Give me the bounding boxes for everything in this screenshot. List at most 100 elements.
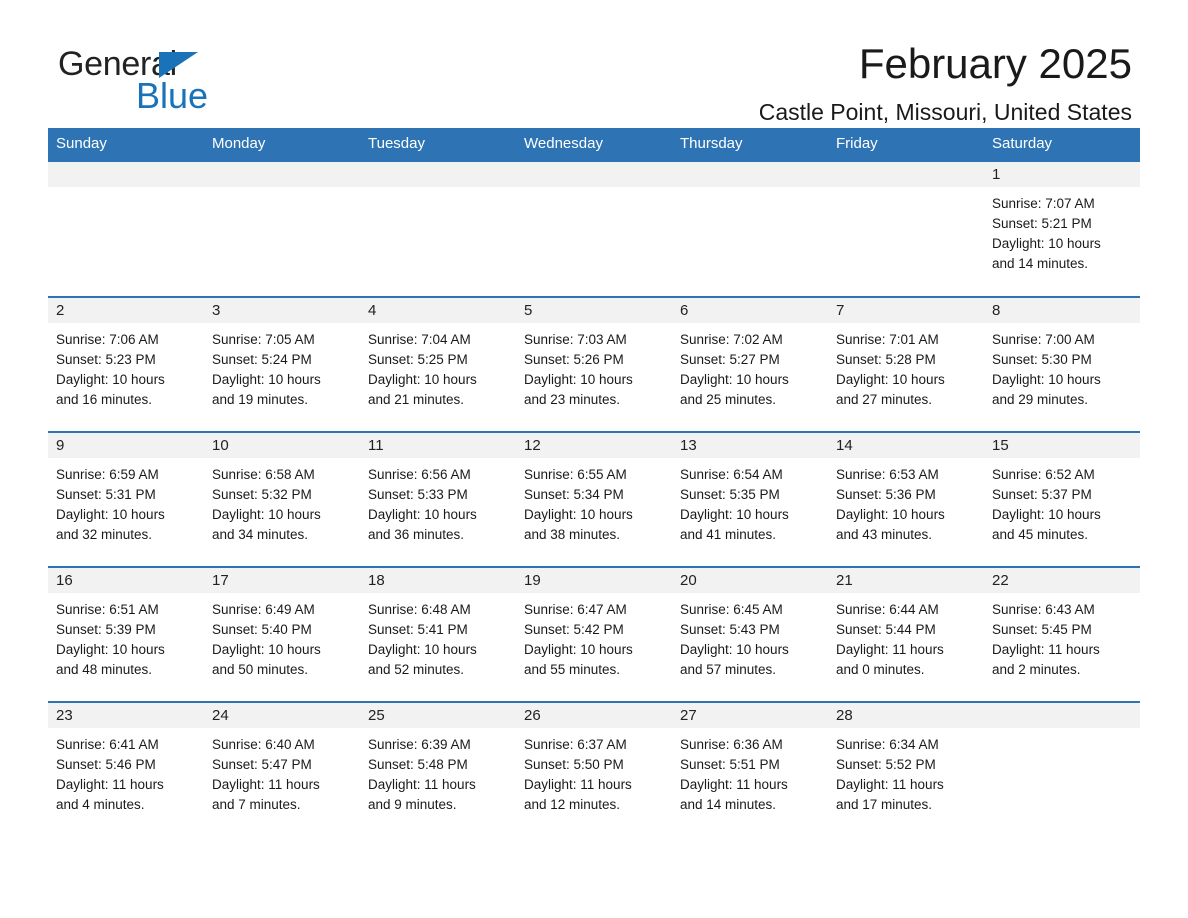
calendar-day-cell[interactable]: 19 Sunrise: 6:47 AM Sunset: 5:42 PM Dayligh… xyxy=(516,566,672,702)
weekday-header-sunday: Sunday xyxy=(48,128,204,161)
daylight-text-line1: Daylight: 10 hours xyxy=(680,372,789,387)
calendar-day-cell[interactable] xyxy=(672,160,828,297)
daylight-text-line1: Daylight: 10 hours xyxy=(368,642,477,657)
day-number xyxy=(984,703,1140,728)
calendar-day-cell[interactable]: 14 Sunrise: 6:53 AM Sunset: 5:36 PM Dayligh… xyxy=(828,431,984,567)
calendar-day-cell[interactable]: 2 Sunrise: 7:06 AM Sunset: 5:23 PM Daylight… xyxy=(48,296,204,432)
day-number: 12 xyxy=(516,433,672,458)
calendar-day-cell[interactable]: 3 Sunrise: 7:05 AM Sunset: 5:24 PM Daylight… xyxy=(204,296,360,432)
daylight-text-line2: and 2 minutes. xyxy=(992,662,1081,677)
day-number: 15 xyxy=(984,433,1140,458)
calendar-day-cell[interactable] xyxy=(48,160,204,297)
daylight-text-line2: and 0 minutes. xyxy=(836,662,925,677)
calendar-page: General Blue February 2025 Castle Point,… xyxy=(0,0,1188,918)
calendar-day-content: 6 Sunrise: 7:02 AM Sunset: 5:27 PM Daylight… xyxy=(672,298,828,431)
calendar-day-content: 13 Sunrise: 6:54 AM Sunset: 5:35 PM Dayligh… xyxy=(672,433,828,566)
sunrise-text: Sunrise: 7:06 AM xyxy=(56,332,159,347)
calendar-day-content: 19 Sunrise: 6:47 AM Sunset: 5:42 PM Dayligh… xyxy=(516,568,672,701)
calendar-day-content: 10 Sunrise: 6:58 AM Sunset: 5:32 PM Dayligh… xyxy=(204,433,360,566)
calendar-day-cell[interactable]: 11 Sunrise: 6:56 AM Sunset: 5:33 PM Dayligh… xyxy=(360,431,516,567)
calendar-day-cell[interactable]: 27 Sunrise: 6:36 AM Sunset: 5:51 PM Dayligh… xyxy=(672,701,828,836)
day-number: 17 xyxy=(204,568,360,593)
daylight-text-line2: and 21 minutes. xyxy=(368,392,465,407)
day-number: 2 xyxy=(48,298,204,323)
day-number: 22 xyxy=(984,568,1140,593)
daylight-text-line2: and 34 minutes. xyxy=(212,527,309,542)
calendar-day-content: 25 Sunrise: 6:39 AM Sunset: 5:48 PM Dayligh… xyxy=(360,703,516,836)
sunrise-text: Sunrise: 6:36 AM xyxy=(680,737,783,752)
calendar-day-cell[interactable]: 20 Sunrise: 6:45 AM Sunset: 5:43 PM Dayligh… xyxy=(672,566,828,702)
calendar-day-cell[interactable]: 17 Sunrise: 6:49 AM Sunset: 5:40 PM Dayligh… xyxy=(204,566,360,702)
sunset-text: Sunset: 5:33 PM xyxy=(368,487,468,502)
calendar-day-cell[interactable]: 5 Sunrise: 7:03 AM Sunset: 5:26 PM Daylight… xyxy=(516,296,672,432)
calendar-day-content: 4 Sunrise: 7:04 AM Sunset: 5:25 PM Daylight… xyxy=(360,298,516,431)
calendar-day-cell[interactable] xyxy=(984,701,1140,836)
calendar-day-cell[interactable]: 26 Sunrise: 6:37 AM Sunset: 5:50 PM Dayligh… xyxy=(516,701,672,836)
day-sun-info: Sunrise: 6:41 AM Sunset: 5:46 PM Daylight:… xyxy=(48,728,204,815)
calendar-day-content: 27 Sunrise: 6:36 AM Sunset: 5:51 PM Dayligh… xyxy=(672,703,828,836)
day-sun-info: Sunrise: 6:45 AM Sunset: 5:43 PM Daylight:… xyxy=(672,593,828,680)
calendar-day-cell[interactable]: 28 Sunrise: 6:34 AM Sunset: 5:52 PM Dayligh… xyxy=(828,701,984,836)
sunrise-text: Sunrise: 6:40 AM xyxy=(212,737,315,752)
calendar-day-cell[interactable]: 1 Sunrise: 7:07 AM Sunset: 5:21 PM Daylight… xyxy=(984,160,1140,297)
daylight-text-line1: Daylight: 11 hours xyxy=(56,777,164,792)
calendar-day-cell[interactable] xyxy=(204,160,360,297)
day-number xyxy=(48,162,204,187)
calendar-day-cell[interactable]: 22 Sunrise: 6:43 AM Sunset: 5:45 PM Dayligh… xyxy=(984,566,1140,702)
day-sun-info: Sunrise: 7:07 AM Sunset: 5:21 PM Daylight:… xyxy=(984,187,1140,274)
sunset-text: Sunset: 5:40 PM xyxy=(212,622,312,637)
daylight-text-line1: Daylight: 10 hours xyxy=(368,372,477,387)
calendar-day-cell[interactable]: 12 Sunrise: 6:55 AM Sunset: 5:34 PM Dayligh… xyxy=(516,431,672,567)
daylight-text-line1: Daylight: 11 hours xyxy=(368,777,476,792)
day-sun-info: Sunrise: 7:03 AM Sunset: 5:26 PM Daylight:… xyxy=(516,323,672,410)
calendar-day-cell[interactable]: 6 Sunrise: 7:02 AM Sunset: 5:27 PM Daylight… xyxy=(672,296,828,432)
calendar-day-content: 3 Sunrise: 7:05 AM Sunset: 5:24 PM Daylight… xyxy=(204,298,360,431)
daylight-text-line2: and 36 minutes. xyxy=(368,527,465,542)
daylight-text-line1: Daylight: 10 hours xyxy=(836,372,945,387)
calendar-day-content: 5 Sunrise: 7:03 AM Sunset: 5:26 PM Daylight… xyxy=(516,298,672,431)
sunset-text: Sunset: 5:23 PM xyxy=(56,352,156,367)
calendar-day-cell[interactable]: 23 Sunrise: 6:41 AM Sunset: 5:46 PM Dayligh… xyxy=(48,701,204,836)
day-number: 27 xyxy=(672,703,828,728)
day-number: 1 xyxy=(984,162,1140,187)
daylight-text-line1: Daylight: 10 hours xyxy=(212,507,321,522)
sunrise-text: Sunrise: 6:39 AM xyxy=(368,737,471,752)
day-number: 7 xyxy=(828,298,984,323)
day-number: 4 xyxy=(360,298,516,323)
day-number: 16 xyxy=(48,568,204,593)
calendar-day-cell[interactable]: 18 Sunrise: 6:48 AM Sunset: 5:41 PM Dayligh… xyxy=(360,566,516,702)
calendar-day-cell[interactable]: 10 Sunrise: 6:58 AM Sunset: 5:32 PM Dayligh… xyxy=(204,431,360,567)
day-number: 3 xyxy=(204,298,360,323)
sunrise-text: Sunrise: 7:03 AM xyxy=(524,332,627,347)
calendar-day-content: 16 Sunrise: 6:51 AM Sunset: 5:39 PM Dayligh… xyxy=(48,568,204,701)
calendar-day-cell[interactable]: 13 Sunrise: 6:54 AM Sunset: 5:35 PM Dayligh… xyxy=(672,431,828,567)
calendar-day-cell[interactable]: 21 Sunrise: 6:44 AM Sunset: 5:44 PM Dayligh… xyxy=(828,566,984,702)
calendar-day-empty xyxy=(204,162,360,296)
calendar-day-cell[interactable] xyxy=(828,160,984,297)
calendar-day-content: 1 Sunrise: 7:07 AM Sunset: 5:21 PM Daylight… xyxy=(984,162,1140,296)
calendar-day-content: 15 Sunrise: 6:52 AM Sunset: 5:37 PM Dayligh… xyxy=(984,433,1140,566)
sunrise-text: Sunrise: 7:00 AM xyxy=(992,332,1095,347)
calendar-day-content: 7 Sunrise: 7:01 AM Sunset: 5:28 PM Daylight… xyxy=(828,298,984,431)
sunset-text: Sunset: 5:51 PM xyxy=(680,757,780,772)
calendar-day-cell[interactable]: 9 Sunrise: 6:59 AM Sunset: 5:31 PM Daylight… xyxy=(48,431,204,567)
calendar-day-cell[interactable]: 16 Sunrise: 6:51 AM Sunset: 5:39 PM Dayligh… xyxy=(48,566,204,702)
calendar-day-cell[interactable]: 25 Sunrise: 6:39 AM Sunset: 5:48 PM Dayligh… xyxy=(360,701,516,836)
calendar-day-cell[interactable]: 24 Sunrise: 6:40 AM Sunset: 5:47 PM Dayligh… xyxy=(204,701,360,836)
calendar-day-cell[interactable]: 4 Sunrise: 7:04 AM Sunset: 5:25 PM Daylight… xyxy=(360,296,516,432)
calendar-day-cell[interactable]: 7 Sunrise: 7:01 AM Sunset: 5:28 PM Daylight… xyxy=(828,296,984,432)
day-sun-info: Sunrise: 6:53 AM Sunset: 5:36 PM Daylight:… xyxy=(828,458,984,545)
calendar-day-cell[interactable] xyxy=(360,160,516,297)
sunrise-text: Sunrise: 6:52 AM xyxy=(992,467,1095,482)
calendar-week-row: 1 Sunrise: 7:07 AM Sunset: 5:21 PM Daylight… xyxy=(48,160,1140,297)
day-sun-info: Sunrise: 6:37 AM Sunset: 5:50 PM Daylight:… xyxy=(516,728,672,815)
calendar-week-row: 23 Sunrise: 6:41 AM Sunset: 5:46 PM Dayligh… xyxy=(48,701,1140,836)
calendar-day-content: 2 Sunrise: 7:06 AM Sunset: 5:23 PM Daylight… xyxy=(48,298,204,431)
daylight-text-line2: and 38 minutes. xyxy=(524,527,621,542)
calendar-day-empty xyxy=(984,703,1140,836)
calendar-day-cell[interactable]: 8 Sunrise: 7:00 AM Sunset: 5:30 PM Daylight… xyxy=(984,296,1140,432)
calendar-day-content: 9 Sunrise: 6:59 AM Sunset: 5:31 PM Daylight… xyxy=(48,433,204,566)
calendar-day-cell[interactable] xyxy=(516,160,672,297)
calendar-day-cell[interactable]: 15 Sunrise: 6:52 AM Sunset: 5:37 PM Dayligh… xyxy=(984,431,1140,567)
sunrise-text: Sunrise: 6:48 AM xyxy=(368,602,471,617)
